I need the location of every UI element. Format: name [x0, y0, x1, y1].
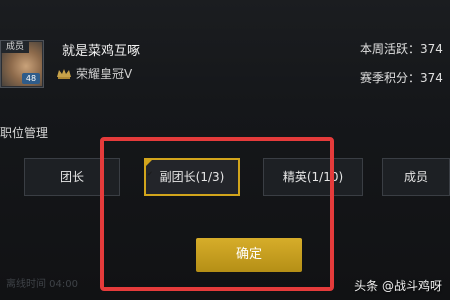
option-team-leader[interactable]: 团长	[24, 158, 120, 196]
rank-row: 荣耀皇冠Ⅴ	[56, 65, 132, 82]
level-badge: 48	[22, 73, 40, 84]
member-role-tag: 成员	[1, 41, 29, 53]
check-icon: ✔	[147, 170, 153, 178]
option-member[interactable]: 成员	[382, 158, 450, 196]
position-management-title: 职位管理	[0, 126, 49, 140]
option-deputy-leader[interactable]: ✔ 副团长(1/3)	[144, 158, 240, 196]
offline-time-text: 离线时间 04:00	[6, 279, 78, 290]
position-options: 团长 ✔ 副团长(1/3) 精英(1/10) 成员	[0, 158, 450, 198]
dialog-panel: 成员 48 就是菜鸡互啄 荣耀皇冠Ⅴ 本周活跃：374 赛季积分：374 职位管…	[0, 0, 450, 300]
watermark: 头条 @战斗鸡呀	[354, 279, 442, 293]
option-deputy-leader-label: 副团长(1/3)	[159, 170, 225, 184]
stats-panel: 本周活跃：374 赛季积分：374	[360, 40, 450, 98]
crown-rank-icon	[57, 68, 71, 79]
weekly-activity: 本周活跃：374	[360, 42, 443, 56]
avatar[interactable]: 成员 48	[0, 40, 44, 88]
confirm-button[interactable]: 确定	[196, 238, 302, 272]
season-points: 赛季积分：374	[360, 71, 443, 85]
option-elite[interactable]: 精英(1/10)	[263, 158, 363, 196]
player-name: 就是菜鸡互啄	[62, 44, 141, 59]
rank-label: 荣耀皇冠Ⅴ	[76, 67, 133, 81]
